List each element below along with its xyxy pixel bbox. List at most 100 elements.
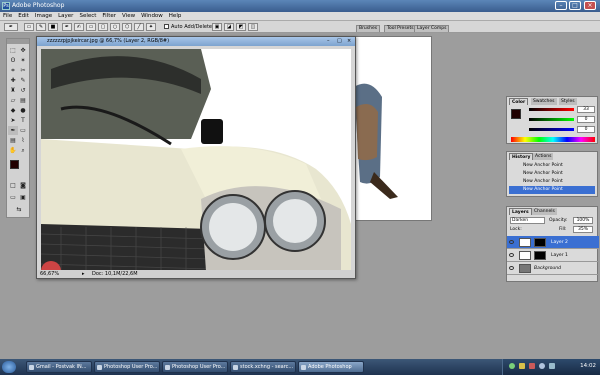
tab-color[interactable]: Color	[509, 98, 529, 105]
foreground-color-swatch[interactable]	[10, 160, 19, 169]
pen-icon[interactable]: ✒	[62, 23, 72, 31]
jump-to-imageready-icon[interactable]: ⇆	[12, 205, 26, 214]
path-intersect-icon[interactable]: ◩	[236, 23, 246, 31]
eraser-tool-icon[interactable]: ▱	[8, 96, 18, 105]
menu-select[interactable]: Select	[79, 13, 96, 19]
tray-volume-icon[interactable]	[539, 363, 545, 369]
start-button[interactable]	[2, 361, 16, 373]
visibility-eye-icon[interactable]	[509, 253, 514, 257]
green-slider[interactable]	[529, 118, 574, 121]
tray-security-icon[interactable]	[529, 363, 535, 369]
tab-styles[interactable]: Styles	[559, 98, 577, 105]
shape-layers-icon[interactable]: ▭	[24, 23, 34, 31]
blur-tool-icon[interactable]: ◆	[8, 106, 18, 115]
history-item[interactable]: New Anchor Point	[509, 170, 595, 178]
blend-mode-select[interactable]: Darken	[510, 217, 545, 224]
gradient-tool-icon[interactable]: ▤	[18, 96, 28, 105]
clone-stamp-tool-icon[interactable]: ♜	[8, 86, 18, 95]
menu-help[interactable]: Help	[169, 13, 182, 19]
menu-filter[interactable]: Filter	[102, 13, 116, 19]
fill-input[interactable]: 35%	[573, 226, 593, 233]
line-icon[interactable]: ╱	[134, 23, 144, 31]
path-subtract-icon[interactable]: ◪	[224, 23, 234, 31]
well-tab-layer-comps[interactable]: Layer Comps	[414, 25, 450, 32]
standard-mode-icon[interactable]: □	[8, 181, 18, 190]
pen-tool-preset-icon[interactable]: ✒	[4, 23, 18, 31]
screen-mode-full-icon[interactable]: ▣	[18, 193, 28, 202]
green-value[interactable]: 0	[577, 116, 595, 123]
history-item[interactable]: New Anchor Point	[509, 162, 595, 170]
move-tool-icon[interactable]: ✥	[18, 46, 28, 55]
document-title-bar[interactable]: zzzzzzpjpjkeircar.jpg @ 66,7% (Layer 2, …	[37, 37, 355, 46]
freeform-pen-icon[interactable]: ✍	[74, 23, 84, 31]
maximize-button[interactable]: □	[569, 1, 581, 10]
tray-app-icon[interactable]	[519, 363, 525, 369]
tab-history[interactable]: History	[509, 153, 534, 160]
type-tool-icon[interactable]: T	[18, 116, 28, 125]
background-document-window[interactable]	[350, 36, 432, 221]
tab-actions[interactable]: Actions	[533, 153, 554, 160]
clock[interactable]: 14:02	[580, 363, 596, 369]
taskbar-item-stockxchng[interactable]: stock.xchng - searc...	[230, 361, 296, 373]
red-slider[interactable]	[529, 108, 574, 111]
menu-view[interactable]: View	[122, 13, 135, 19]
layer-row[interactable]: Background	[507, 262, 599, 275]
layer-row[interactable]: Layer 1	[507, 249, 599, 262]
custom-shape-icon[interactable]: ✦	[146, 23, 156, 31]
polygon-icon[interactable]: ⬡	[122, 23, 132, 31]
ellipse-icon[interactable]: ○	[110, 23, 120, 31]
well-tab-tool-presets[interactable]: Tool Presets	[384, 25, 417, 32]
eyedropper-tool-icon[interactable]: ⌇	[18, 136, 28, 145]
lasso-tool-icon[interactable]: ʘ	[8, 56, 18, 65]
taskbar-item-gmail[interactable]: Gmail - Postvak IN...	[26, 361, 92, 373]
well-tab-brushes[interactable]: Brushes	[356, 25, 381, 32]
color-fg-swatch[interactable]	[511, 109, 521, 119]
tray-display-icon[interactable]	[549, 363, 555, 369]
document-canvas[interactable]	[41, 49, 351, 271]
dodge-tool-icon[interactable]: ●	[18, 106, 28, 115]
shape-tool-icon[interactable]: ▭	[18, 126, 28, 135]
menu-layer[interactable]: Layer	[58, 13, 73, 19]
taskbar-item-photoshop-user-2[interactable]: Photoshop User Pro...	[162, 361, 228, 373]
zoom-level[interactable]: 66,67%	[40, 270, 59, 278]
layer-row-selected[interactable]: Layer 2	[507, 236, 599, 249]
visibility-eye-icon[interactable]	[509, 240, 514, 244]
crop-tool-icon[interactable]: ⌗	[8, 66, 18, 75]
tab-channels[interactable]: Channels	[532, 208, 557, 215]
taskbar-item-adobe-photoshop[interactable]: Adobe Photoshop	[298, 361, 364, 373]
close-button[interactable]: ×	[584, 1, 596, 10]
opacity-input[interactable]: 100%	[573, 217, 593, 224]
healing-brush-tool-icon[interactable]: ✚	[8, 76, 18, 85]
menu-window[interactable]: Window	[141, 13, 163, 19]
blue-slider[interactable]	[529, 128, 574, 131]
history-item[interactable]: New Anchor Point	[509, 178, 595, 186]
auto-add-delete-checkbox[interactable]	[164, 24, 169, 29]
menu-file[interactable]: File	[3, 13, 12, 19]
visibility-eye-icon[interactable]	[509, 266, 514, 270]
menu-image[interactable]: Image	[35, 13, 52, 19]
rectangle-icon[interactable]: ▭	[86, 23, 96, 31]
magic-wand-tool-icon[interactable]: ✶	[18, 56, 28, 65]
fill-pixels-icon[interactable]: ■	[48, 23, 58, 31]
notes-tool-icon[interactable]: ▤	[8, 136, 18, 145]
paths-icon[interactable]: ✎	[36, 23, 46, 31]
blue-value[interactable]: 0	[577, 126, 595, 133]
document-maximize-icon[interactable]: □	[337, 37, 342, 46]
document-minimize-icon[interactable]: –	[327, 37, 330, 46]
status-arrow-icon[interactable]: ▸	[82, 270, 85, 278]
tab-swatches[interactable]: Swatches	[531, 98, 557, 105]
slice-tool-icon[interactable]: ✂	[18, 66, 28, 75]
red-value[interactable]: 33	[577, 106, 595, 113]
quick-mask-icon[interactable]: ◙	[18, 181, 28, 190]
rounded-rectangle-icon[interactable]: ▢	[98, 23, 108, 31]
hand-tool-icon[interactable]: ✋	[8, 146, 18, 155]
taskbar-item-photoshop-user-1[interactable]: Photoshop User Pro...	[94, 361, 160, 373]
history-brush-tool-icon[interactable]: ↺	[18, 86, 28, 95]
brush-tool-icon[interactable]: ✎	[18, 76, 28, 85]
path-selection-tool-icon[interactable]: ➤	[8, 116, 18, 125]
tray-network-icon[interactable]	[509, 363, 515, 369]
toolbox-grip[interactable]	[7, 39, 29, 44]
minimize-button[interactable]: –	[555, 1, 567, 10]
pen-tool-icon[interactable]: ✒	[8, 126, 18, 135]
document-window[interactable]: zzzzzzpjpjkeircar.jpg @ 66,7% (Layer 2, …	[36, 36, 356, 279]
